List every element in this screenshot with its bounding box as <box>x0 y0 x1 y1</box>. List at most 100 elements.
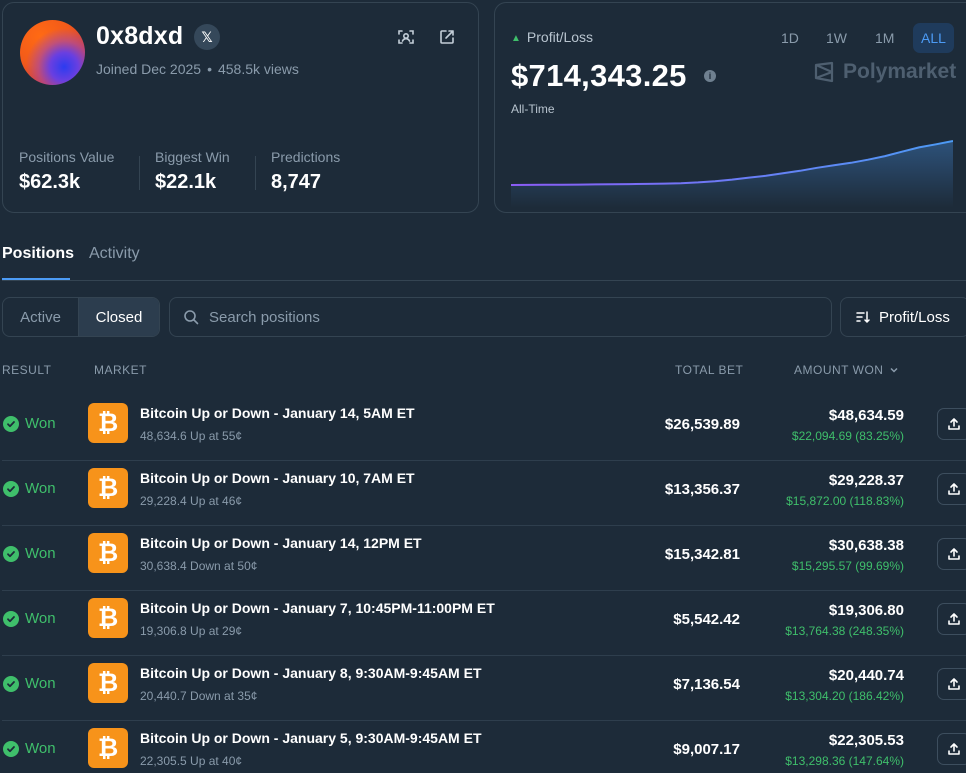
result-label: Won <box>25 675 56 692</box>
table-row[interactable]: Won ₿ Bitcoin Up or Down - January 5, 9:… <box>0 721 966 773</box>
share-button[interactable] <box>937 668 966 700</box>
pnl-label: ▲ Profit/Loss <box>511 29 593 45</box>
total-bet: $5,542.42 <box>673 611 740 628</box>
market-position: 30,638.4 Down at 50¢ <box>140 559 258 573</box>
timeframe-1d[interactable]: 1D <box>773 23 807 53</box>
stat-label: Biggest Win <box>155 149 230 165</box>
result-badge: Won <box>3 480 56 497</box>
market-title[interactable]: Bitcoin Up or Down - January 8, 9:30AM-9… <box>140 665 482 681</box>
table-row[interactable]: Won ₿ Bitcoin Up or Down - January 14, 5… <box>0 396 966 461</box>
result-label: Won <box>25 480 56 497</box>
table-row[interactable]: Won ₿ Bitcoin Up or Down - January 8, 9:… <box>0 656 966 721</box>
avatar[interactable] <box>20 20 85 85</box>
tab-activity[interactable]: Activity <box>89 245 140 263</box>
market-title[interactable]: Bitcoin Up or Down - January 14, 5AM ET <box>140 405 415 421</box>
result-badge: Won <box>3 675 56 692</box>
upload-icon <box>948 548 960 560</box>
profit-gain: $13,764.38 (248.35%) <box>785 624 904 638</box>
upload-icon <box>948 418 960 430</box>
stat-positions-value: Positions Value $62.3k <box>19 149 114 194</box>
total-bet: $26,539.89 <box>664 416 740 433</box>
filter-closed[interactable]: Closed <box>79 298 159 336</box>
market-position: 22,305.5 Up at 40¢ <box>140 754 243 768</box>
tab-positions[interactable]: Positions <box>2 245 74 263</box>
sort-label: Profit/Loss <box>879 308 950 326</box>
search-input[interactable] <box>209 308 809 326</box>
result-badge: Won <box>3 740 56 757</box>
amount-won: $30,638.38 <box>828 537 904 554</box>
bitcoin-icon: ₿ <box>88 468 128 508</box>
pnl-period: All-Time <box>511 102 555 116</box>
stat-value: $62.3k <box>19 171 81 193</box>
x-icon[interactable]: 𝕏 <box>194 24 220 50</box>
profit-gain: $22,094.69 (83.25%) <box>791 429 904 443</box>
total-bet: $7,136.54 <box>673 676 740 693</box>
profile-card: 0x8dxd 𝕏 Joined Dec 2025 • 458.5k views Po… <box>2 2 479 213</box>
external-link-icon[interactable] <box>437 27 457 47</box>
amount-won: $22,305.53 <box>828 732 904 749</box>
header-total-bet[interactable]: TOTAL BET <box>675 363 743 377</box>
profit-gain: $13,304.20 (186.42%) <box>785 689 904 703</box>
timeframe-all[interactable]: ALL <box>913 23 954 53</box>
chevron-down-icon <box>890 367 898 373</box>
divider <box>139 156 140 190</box>
profit-gain: $15,295.57 (99.69%) <box>791 559 904 573</box>
result-label: Won <box>25 610 56 627</box>
upload-icon <box>948 613 960 625</box>
timeframe-1m[interactable]: 1M <box>867 23 902 53</box>
check-circle-icon <box>3 480 19 497</box>
bitcoin-icon: ₿ <box>88 533 128 573</box>
header-market: MARKET <box>94 363 148 377</box>
table-row[interactable]: Won ₿ Bitcoin Up or Down - January 14, 1… <box>0 526 966 591</box>
result-label: Won <box>25 415 56 432</box>
filter-active[interactable]: Active <box>3 298 79 336</box>
table-row[interactable]: Won ₿ Bitcoin Up or Down - January 10, 7… <box>0 461 966 526</box>
share-button[interactable] <box>937 603 966 635</box>
profile-meta: Joined Dec 2025 • 458.5k views <box>96 61 299 77</box>
upload-icon <box>948 483 960 495</box>
timeframe-1w[interactable]: 1W <box>818 23 855 53</box>
header-amount-won-label: AMOUNT WON <box>794 363 884 377</box>
profit-gain: $13,298.36 (147.64%) <box>785 754 904 768</box>
bitcoin-icon: ₿ <box>88 598 128 638</box>
market-title[interactable]: Bitcoin Up or Down - January 10, 7AM ET <box>140 470 415 486</box>
table-row[interactable]: Won ₿ Bitcoin Up or Down - January 7, 10… <box>0 591 966 656</box>
scan-icon[interactable] <box>396 27 416 47</box>
check-circle-icon <box>3 610 19 627</box>
amount-won: $48,634.59 <box>828 407 904 424</box>
total-bet: $13,356.37 <box>664 481 740 498</box>
market-title[interactable]: Bitcoin Up or Down - January 7, 10:45PM-… <box>140 600 495 616</box>
up-triangle-icon: ▲ <box>511 33 521 44</box>
result-label: Won <box>25 740 56 757</box>
amount-won: $29,228.37 <box>828 472 904 489</box>
share-button[interactable] <box>937 408 966 440</box>
info-icon[interactable]: i <box>704 70 716 82</box>
polymarket-logo: Polymarket <box>813 60 956 84</box>
upload-icon <box>948 743 960 755</box>
market-title[interactable]: Bitcoin Up or Down - January 14, 12PM ET <box>140 535 422 551</box>
brand-name: Polymarket <box>843 60 957 83</box>
market-position: 48,634.6 Up at 55¢ <box>140 429 243 443</box>
check-circle-icon <box>3 675 19 692</box>
result-badge: Won <box>3 545 56 562</box>
stat-predictions: Predictions 8,747 <box>271 149 340 194</box>
header-amount-won[interactable]: AMOUNT WON <box>794 363 899 377</box>
sort-icon <box>856 311 870 324</box>
share-button[interactable] <box>937 538 966 570</box>
check-circle-icon <box>3 740 19 757</box>
amount-won: $19,306.80 <box>828 602 904 619</box>
bitcoin-icon: ₿ <box>88 728 128 768</box>
share-button[interactable] <box>937 733 966 765</box>
pnl-label-text: Profit/Loss <box>526 29 594 45</box>
active-tab-indicator <box>2 278 70 280</box>
status-segmented-control: Active Closed <box>2 297 160 337</box>
total-bet: $9,007.17 <box>673 741 740 758</box>
check-circle-icon <box>3 545 19 562</box>
sort-button[interactable]: Profit/Loss <box>840 297 966 337</box>
share-button[interactable] <box>937 473 966 505</box>
result-label: Won <box>25 545 56 562</box>
header-result: RESULT <box>2 363 52 377</box>
divider <box>255 156 256 190</box>
market-title[interactable]: Bitcoin Up or Down - January 5, 9:30AM-9… <box>140 730 482 746</box>
tab-divider <box>2 280 966 281</box>
